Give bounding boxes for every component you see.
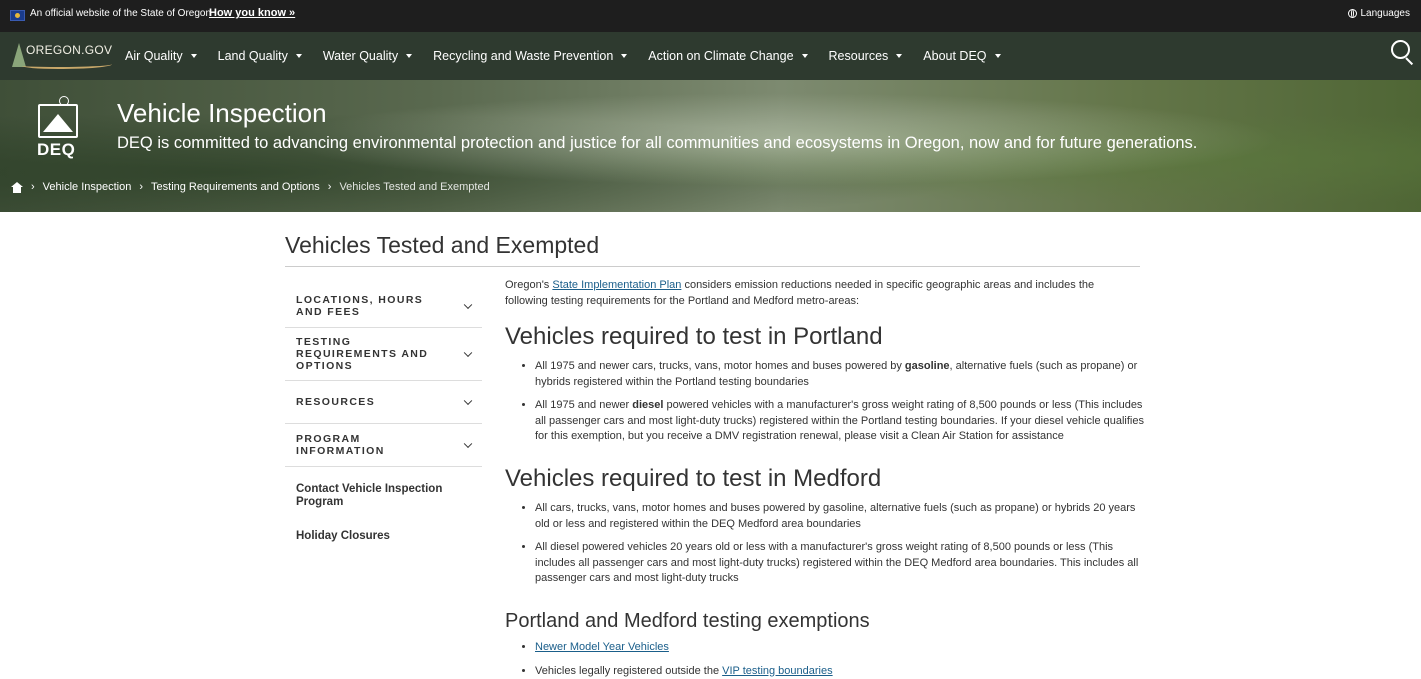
chevron-down-icon	[464, 440, 472, 448]
banner-tagline: DEQ is committed to advancing environmen…	[117, 134, 1197, 153]
accordion-label: PROGRAM INFORMATION	[296, 433, 452, 457]
sidebar-accordion-testing-requirements[interactable]: TESTING REQUIREMENTS AND OPTIONS	[285, 328, 482, 381]
deq-logo[interactable]: DEQ	[37, 94, 81, 158]
languages-button[interactable]: Languages	[1348, 8, 1411, 19]
list-item: All 1975 and newer cars, trucks, vans, m…	[535, 359, 1145, 390]
how-you-know-link[interactable]: How you know »	[209, 7, 295, 19]
nav-item-resources[interactable]: Resources	[829, 49, 903, 63]
banner-title: Vehicle Inspection	[117, 98, 327, 129]
search-icon-ring	[1391, 40, 1410, 59]
chevron-right-icon: ›	[328, 181, 332, 193]
breadcrumb-testing-requirements[interactable]: Testing Requirements and Options	[151, 181, 320, 193]
sidebar-link-contact[interactable]: Contact Vehicle Inspection Program	[285, 483, 482, 509]
list-item: All diesel powered vehicles 20 years old…	[535, 540, 1145, 587]
nav-item-label: Air Quality	[125, 49, 183, 63]
oregon-gov-logo[interactable]: OREGON.GOV	[12, 41, 112, 71]
logo-swoosh	[22, 61, 112, 69]
deq-logo-text: DEQ	[37, 140, 75, 160]
intro-paragraph: Oregon's State Implementation Plan consi…	[505, 278, 1125, 309]
official-site-text: An official website of the State of Oreg…	[30, 8, 211, 19]
nav-item-water-quality[interactable]: Water Quality	[323, 49, 412, 63]
sidebar-accordion-locations[interactable]: LOCATIONS, HOURS AND FEES	[285, 285, 482, 328]
list-item-text: All 1975 and newer cars, trucks, vans, m…	[535, 360, 905, 372]
exemptions-list: Newer Model Year Vehicles Vehicles legal…	[505, 640, 1145, 679]
nav-item-land-quality[interactable]: Land Quality	[218, 49, 302, 63]
oregon-gov-logo-text: OREGON.GOV	[26, 43, 112, 57]
deq-emblem-icon	[38, 104, 78, 138]
chevron-down-icon	[995, 54, 1001, 58]
title-divider	[285, 266, 1140, 267]
chevron-down-icon	[464, 349, 472, 357]
list-item: All cars, trucks, vans, motor homes and …	[535, 501, 1145, 532]
medford-heading: Vehicles required to test in Medford	[505, 465, 881, 493]
intro-text: Oregon's	[505, 279, 552, 291]
accordion-label: RESOURCES	[296, 396, 375, 408]
breadcrumb-current-page: Vehicles Tested and Exempted	[339, 181, 489, 193]
nav-item-label: Recycling and Waste Prevention	[433, 49, 613, 63]
oregon-flag-icon	[10, 10, 25, 21]
list-item: Newer Model Year Vehicles	[535, 640, 1145, 656]
chevron-down-icon	[296, 54, 302, 58]
accordion-label: TESTING REQUIREMENTS AND OPTIONS	[296, 336, 452, 372]
nav-item-label: About DEQ	[923, 49, 986, 63]
chevron-down-icon	[406, 54, 412, 58]
chevron-down-icon	[802, 54, 808, 58]
chevron-down-icon	[464, 397, 472, 405]
nav-item-label: Action on Climate Change	[648, 49, 793, 63]
chevron-right-icon: ›	[31, 181, 35, 193]
breadcrumb-vehicle-inspection[interactable]: Vehicle Inspection	[43, 181, 132, 193]
list-item-bold: gasoline	[905, 360, 950, 372]
home-icon[interactable]	[11, 182, 23, 193]
list-item: All 1975 and newer diesel powered vehicl…	[535, 398, 1145, 445]
nav-menu: Air Quality Land Quality Water Quality R…	[125, 32, 1022, 80]
exemptions-heading: Portland and Medford testing exemptions	[505, 610, 870, 633]
portland-requirements-list: All 1975 and newer cars, trucks, vans, m…	[505, 359, 1145, 445]
chevron-right-icon: ›	[139, 181, 143, 193]
nav-item-climate-change[interactable]: Action on Climate Change	[648, 49, 807, 63]
chevron-down-icon	[896, 54, 902, 58]
newer-model-year-vehicles-link[interactable]: Newer Model Year Vehicles	[535, 641, 669, 653]
page-banner: DEQ Vehicle Inspection DEQ is committed …	[0, 80, 1421, 212]
globe-icon	[1348, 9, 1357, 18]
state-implementation-plan-link[interactable]: State Implementation Plan	[552, 279, 681, 291]
search-icon[interactable]	[1391, 40, 1417, 66]
nav-item-air-quality[interactable]: Air Quality	[125, 49, 197, 63]
accordion-label: LOCATIONS, HOURS AND FEES	[296, 294, 452, 318]
nav-item-label: Water Quality	[323, 49, 398, 63]
list-item-text: Vehicles legally registered outside the	[535, 665, 722, 677]
official-site-bar: An official website of the State of Oreg…	[0, 0, 1421, 32]
sidebar-link-holiday-closures[interactable]: Holiday Closures	[285, 530, 482, 542]
page-title: Vehicles Tested and Exempted	[285, 232, 599, 259]
nav-item-recycling[interactable]: Recycling and Waste Prevention	[433, 49, 627, 63]
sun-icon	[59, 96, 69, 106]
medford-requirements-list: All cars, trucks, vans, motor homes and …	[505, 501, 1145, 587]
list-item-text: All 1975 and newer	[535, 399, 632, 411]
list-item-bold: diesel	[632, 399, 663, 411]
mountain-shape	[43, 114, 73, 132]
chevron-down-icon	[191, 54, 197, 58]
sidebar-accordion-resources[interactable]: RESOURCES	[285, 381, 482, 424]
nav-item-about-deq[interactable]: About DEQ	[923, 49, 1000, 63]
sidebar: LOCATIONS, HOURS AND FEES TESTING REQUIR…	[285, 285, 482, 542]
nav-item-label: Land Quality	[218, 49, 288, 63]
chevron-down-icon	[464, 301, 472, 309]
nav-item-label: Resources	[829, 49, 889, 63]
languages-label: Languages	[1361, 8, 1411, 19]
sidebar-accordion-program-information[interactable]: PROGRAM INFORMATION	[285, 424, 482, 467]
search-icon-handle	[1405, 57, 1413, 65]
portland-heading: Vehicles required to test in Portland	[505, 323, 883, 351]
main-navigation: OREGON.GOV Air Quality Land Quality Wate…	[0, 32, 1421, 80]
breadcrumb: › Vehicle Inspection › Testing Requireme…	[11, 181, 490, 193]
chevron-down-icon	[621, 54, 627, 58]
list-item: Vehicles legally registered outside the …	[535, 664, 1145, 679]
vip-testing-boundaries-link[interactable]: VIP testing boundaries	[722, 665, 832, 677]
